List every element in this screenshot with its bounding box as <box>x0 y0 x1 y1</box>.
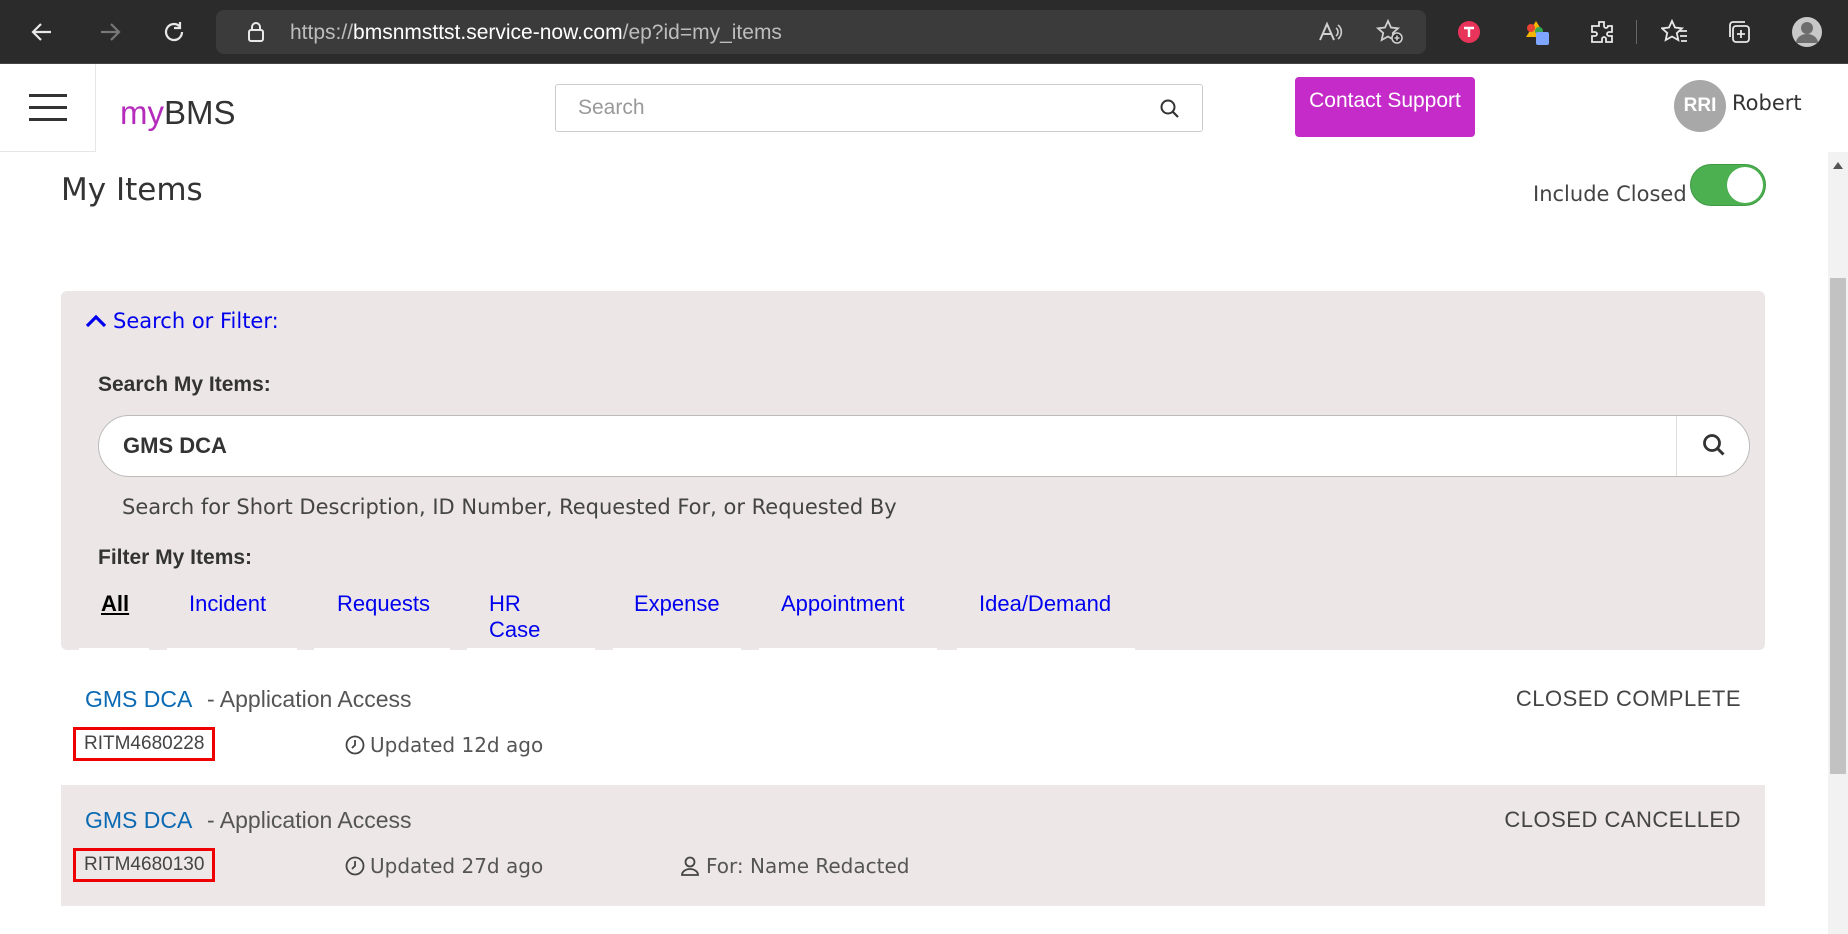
tab-all[interactable]: All <box>101 591 129 617</box>
item-requested-for: For: Name Redacted <box>680 854 909 878</box>
address-bar[interactable]: https://bmsnmsttst.service-now.com/ep?id… <box>216 10 1426 54</box>
search-icon[interactable] <box>1701 432 1727 462</box>
search-my-items-label: Search My Items: <box>98 373 271 396</box>
add-favorite-icon[interactable] <box>1372 14 1408 50</box>
app-header: myBMS Contact Support RRI Robert <box>0 64 1848 152</box>
browser-toolbar: https://bmsnmsttst.service-now.com/ep?id… <box>0 0 1848 64</box>
page-scrollbar[interactable] <box>1828 152 1848 934</box>
status-badge: CLOSED CANCELLED <box>1504 807 1741 832</box>
user-name[interactable]: Robert <box>1732 91 1802 115</box>
filter-my-items-label: Filter My Items: <box>98 546 253 569</box>
back-icon[interactable] <box>24 14 60 50</box>
scrollbar-thumb[interactable] <box>1830 278 1846 774</box>
item-description: - Application Access <box>207 807 412 833</box>
item-description: - Application Access <box>207 686 412 712</box>
tab-underline <box>314 648 450 651</box>
search-divider <box>1676 416 1677 476</box>
tab-underline <box>79 648 149 651</box>
search-filter-label: Search or Filter: <box>113 309 279 333</box>
user-icon <box>681 856 699 876</box>
header-search-input[interactable] <box>576 95 1140 121</box>
list-item[interactable]: GMS DCA - Application Access CLOSED COMP… <box>61 664 1765 785</box>
item-updated: Updated 27d ago <box>344 854 543 878</box>
status-badge: CLOSED COMPLETE <box>1515 686 1741 711</box>
tab-expense[interactable]: Expense <box>634 591 720 617</box>
include-closed-label: Include Closed <box>1533 182 1687 206</box>
item-updated-text: Updated 27d ago <box>370 854 544 878</box>
my-items-search[interactable]: GMS DCA <box>98 415 1750 477</box>
extensions-icon[interactable] <box>1584 14 1620 50</box>
item-number: RITM4680130 <box>73 848 216 882</box>
chevron-up-icon <box>85 314 107 328</box>
tab-underline <box>167 648 297 651</box>
filter-panel: Search or Filter: Search My Items: GMS D… <box>61 291 1765 651</box>
my-items-search-input[interactable]: GMS DCA <box>123 433 227 459</box>
tab-underline <box>957 648 1135 651</box>
menu-icon[interactable] <box>0 64 96 152</box>
scroll-up-icon[interactable] <box>1833 162 1843 169</box>
header-search <box>555 84 1203 132</box>
avatar[interactable]: RRI <box>1674 80 1726 132</box>
tab-underline <box>613 648 741 651</box>
include-closed-toggle[interactable] <box>1690 164 1766 206</box>
profile-icon[interactable] <box>1789 14 1825 50</box>
read-aloud-icon[interactable] <box>1312 14 1348 50</box>
collections-icon[interactable] <box>1721 14 1757 50</box>
refresh-icon[interactable] <box>156 14 192 50</box>
item-updated: Updated 12d ago <box>344 733 543 757</box>
clock-icon <box>345 735 365 755</box>
tab-idea-demand[interactable]: Idea/Demand <box>979 591 1111 617</box>
contact-support-button[interactable]: Contact Support <box>1295 77 1475 137</box>
search-hint: Search for Short Description, ID Number,… <box>122 495 897 519</box>
forward-icon[interactable] <box>92 14 128 50</box>
tab-underline <box>467 648 595 651</box>
tab-requests[interactable]: Requests <box>337 591 430 617</box>
tab-underline <box>759 648 937 651</box>
extension-palette-icon[interactable] <box>1519 14 1555 50</box>
logo[interactable]: myBMS <box>120 94 236 132</box>
url-text: https://bmsnmsttst.service-now.com/ep?id… <box>290 21 782 44</box>
toolbar-divider <box>1636 20 1637 44</box>
favorites-icon[interactable] <box>1657 14 1693 50</box>
tab-incident[interactable]: Incident <box>189 591 266 617</box>
search-filter-toggle[interactable]: Search or Filter: <box>85 309 279 333</box>
item-for-text: For: Name Redacted <box>706 854 910 878</box>
tab-appointment[interactable]: Appointment <box>781 591 905 617</box>
list-item[interactable]: GMS DCA - Application Access CLOSED CANC… <box>61 785 1765 906</box>
item-number: RITM4680228 <box>73 727 216 761</box>
clock-icon <box>345 856 365 876</box>
page-title: My Items <box>61 172 203 208</box>
item-updated-text: Updated 12d ago <box>370 733 544 757</box>
item-title-link[interactable]: GMS DCA <box>85 686 192 713</box>
search-icon[interactable] <box>1158 97 1182 125</box>
lock-icon[interactable] <box>238 14 274 50</box>
extension-t-icon[interactable] <box>1451 14 1487 50</box>
toggle-knob <box>1727 167 1763 203</box>
item-title-link[interactable]: GMS DCA <box>85 807 192 834</box>
tab-hr-case[interactable]: HR Case <box>489 591 540 643</box>
